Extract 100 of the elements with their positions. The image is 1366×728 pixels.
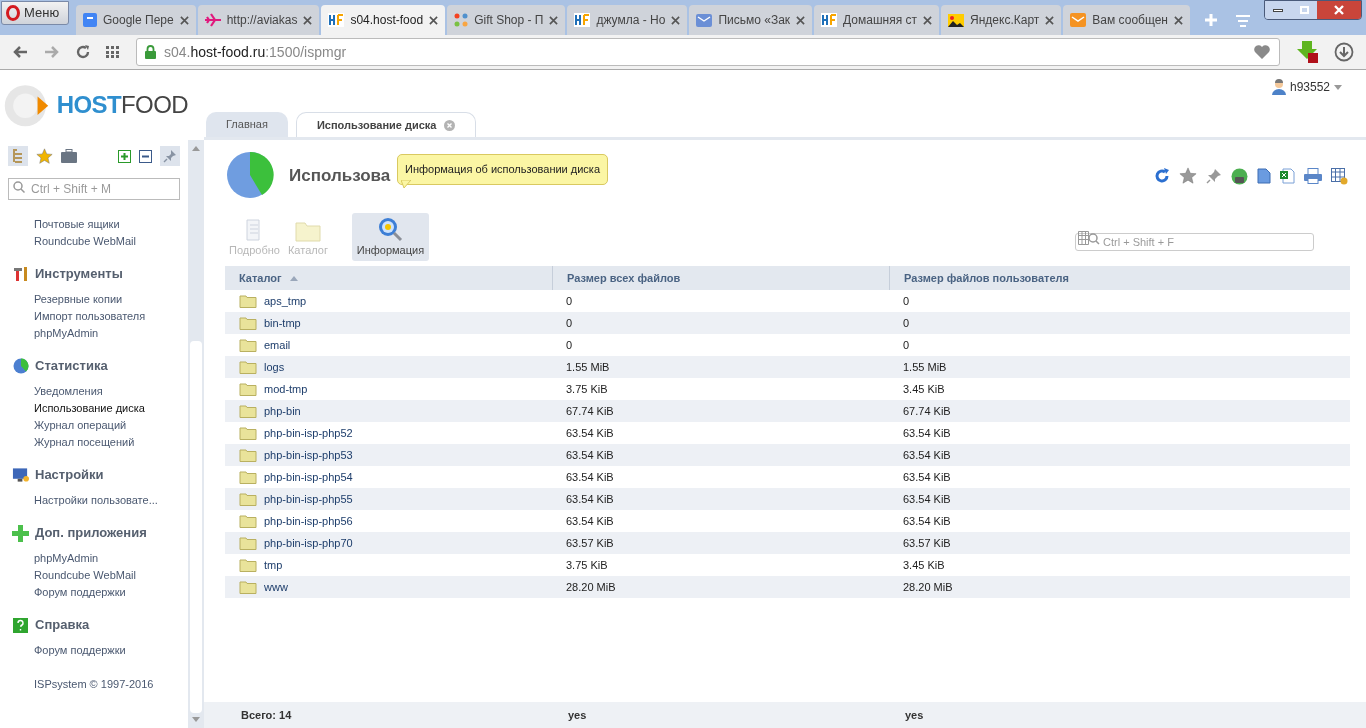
search-icon [13, 181, 25, 193]
filter-field[interactable]: Ctrl + Shift + F [1075, 233, 1314, 251]
spreadsheet-icon[interactable] [1280, 168, 1295, 184]
menu-item[interactable]: Журнал посещений [0, 434, 188, 451]
column-header[interactable]: Размер всех файлов [567, 269, 681, 287]
menu-item[interactable]: Форум поддержки [0, 642, 188, 659]
table-row[interactable]: php-bin-isp-php70 63.57 KiB 63.57 KiB [225, 532, 1350, 554]
page-tab[interactable]: Главная [206, 112, 288, 137]
tools-icon [12, 266, 29, 282]
table-row[interactable]: php-bin-isp-php53 63.54 KiB 63.54 KiB [225, 444, 1350, 466]
back-icon[interactable] [12, 45, 28, 59]
close-icon[interactable] [923, 15, 933, 25]
close-icon[interactable] [429, 15, 439, 25]
browser-tab[interactable]: Gift Shop - П [447, 5, 566, 35]
close-icon[interactable] [796, 15, 806, 25]
browser-tab[interactable]: джумла - Но [567, 5, 688, 35]
pin-icon[interactable] [1206, 168, 1222, 184]
tooltip: Информация об использовании диска [397, 154, 609, 185]
table-cell-text: 3.45 KiB [903, 557, 945, 573]
menu-item[interactable]: phpMyAdmin [0, 550, 188, 567]
briefcase-icon[interactable] [61, 149, 77, 163]
download-arrow-icon[interactable] [1296, 41, 1318, 63]
table-cell-text: 3.75 KiB [566, 557, 608, 573]
envelope-icon [1070, 13, 1087, 27]
close-icon[interactable] [303, 15, 313, 25]
menu-search-field[interactable]: Ctrl + Shift + M [8, 178, 180, 200]
pin-icon[interactable] [160, 146, 180, 166]
browser-tab[interactable]: Яндекс.Карт [941, 5, 1062, 35]
browser-tab[interactable]: Домашняя ст [814, 5, 940, 35]
menu-item[interactable]: Резервные копии [0, 291, 188, 308]
browser-tab[interactable]: Google Пере [76, 5, 196, 35]
browser-tab[interactable]: http://aviakas [197, 5, 320, 35]
browser-tab[interactable]: Письмо «Зак [689, 5, 813, 35]
folder-icon [294, 219, 321, 242]
globe-icon[interactable] [1231, 167, 1248, 185]
collapse-icon[interactable] [139, 149, 152, 163]
document-icon[interactable] [1257, 168, 1271, 184]
download-icon[interactable] [1334, 42, 1354, 62]
close-icon[interactable] [671, 15, 681, 25]
tab-title: Домашняя ст [843, 12, 918, 29]
menu-item[interactable]: Журнал операций [0, 417, 188, 434]
folder-icon [239, 338, 257, 352]
menu-item[interactable]: Roundcube WebMail [0, 567, 188, 584]
table-settings-icon[interactable] [1331, 167, 1348, 185]
column-header[interactable]: Каталог [239, 269, 282, 287]
username[interactable]: h93552 [1289, 78, 1330, 96]
menu-item[interactable]: Импорт пользователя [0, 308, 188, 325]
menu-item[interactable]: Почтовые ящики [0, 216, 188, 233]
table-row[interactable]: bin-tmp 0 0 [225, 312, 1350, 334]
table-cell-text: 63.54 KiB [903, 513, 951, 529]
menu-button[interactable]: Меню [1, 1, 69, 25]
expand-icon[interactable] [118, 149, 131, 163]
menu-section-title[interactable]: Инструменты [35, 264, 123, 284]
menu-item[interactable]: Настройки пользовате... [0, 492, 188, 509]
star-icon[interactable] [36, 147, 53, 165]
folder-icon [239, 360, 257, 374]
folder-icon [239, 492, 257, 506]
star-icon[interactable] [1179, 167, 1197, 185]
close-icon[interactable] [1045, 15, 1055, 25]
refresh-icon[interactable] [1154, 168, 1170, 184]
menu-section-title[interactable]: Статистика [35, 356, 108, 376]
toolbar-button[interactable]: Информация [351, 213, 429, 261]
url-text: s04.host-food.ru:1500/ispmgr [164, 42, 347, 62]
table-row[interactable]: logs 1.55 MiB 1.55 MiB [225, 356, 1350, 378]
grid-icon[interactable] [106, 46, 120, 58]
table-cell-text: 67.74 KiB [566, 403, 614, 419]
close-icon[interactable] [179, 15, 189, 25]
table-cell-text: tmp [264, 557, 283, 573]
page-tab[interactable]: Использование диска [295, 112, 477, 137]
table-row[interactable]: www 28.20 MiB 28.20 MiB [225, 576, 1350, 598]
menu-item[interactable]: Roundcube WebMail [0, 233, 188, 250]
tab-title: Письмо «Зак [718, 12, 791, 29]
menu-section-title[interactable]: Справка [35, 615, 90, 635]
close-icon[interactable] [549, 15, 559, 25]
minimize-icon[interactable] [1265, 1, 1291, 19]
browser-tab[interactable]: s04.host-food [321, 5, 446, 35]
table-cell-text: 63.54 KiB [903, 447, 951, 463]
table-row[interactable]: php-bin 67.74 KiB 67.74 KiB [225, 400, 1350, 422]
menu-item[interactable]: Уведомления [0, 383, 188, 400]
envelope-icon [696, 13, 713, 27]
menu-item[interactable]: phpMyAdmin [0, 325, 188, 342]
column-header[interactable]: Размер файлов пользователя [904, 269, 1069, 287]
reload-icon[interactable] [76, 45, 90, 59]
table-cell-text: 3.45 KiB [903, 381, 945, 397]
table-cell-text: 0 [903, 337, 910, 353]
menu-item[interactable]: Использование диска [0, 400, 188, 417]
table-cell-text: 63.54 KiB [903, 469, 951, 485]
table-row[interactable]: php-bin-isp-php55 63.54 KiB 63.54 KiB [225, 488, 1350, 510]
browser-tab[interactable]: Вам сообщен [1063, 5, 1190, 35]
logo-text: HOSTFOOD [56, 90, 188, 120]
heart-icon[interactable] [1253, 44, 1271, 60]
caret-icon[interactable] [1334, 84, 1342, 90]
table-cell-text: aps_tmp [264, 293, 307, 309]
menu-section-title[interactable]: Настройки [35, 465, 104, 485]
printer-icon[interactable] [1304, 168, 1322, 184]
folder-icon [239, 558, 257, 572]
menu-item[interactable]: Форум поддержки [0, 584, 188, 601]
close-icon[interactable] [1174, 15, 1183, 25]
menu-section-title[interactable]: Доп. приложения [35, 523, 147, 543]
address-field[interactable]: s04.host-food.ru:1500/ispmgr [136, 38, 1280, 66]
